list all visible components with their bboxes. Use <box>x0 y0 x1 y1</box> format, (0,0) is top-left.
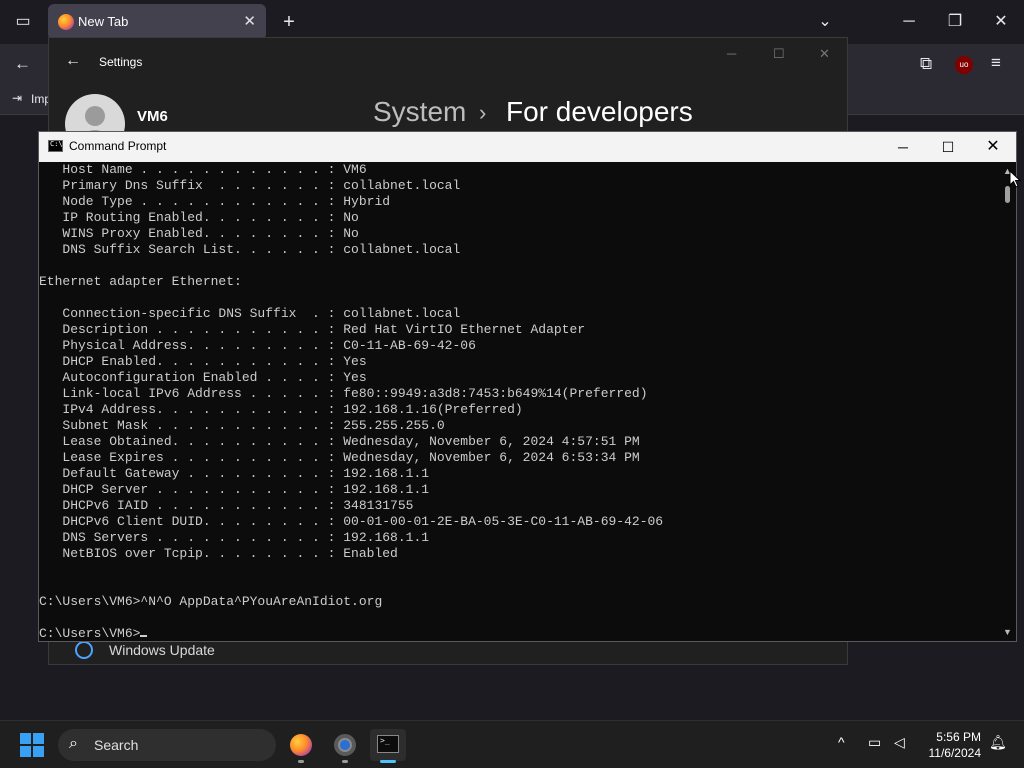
cmd-output-line <box>39 562 999 578</box>
cmd-title: Command Prompt <box>69 139 167 153</box>
cmd-output-line: IPv4 Address. . . . . . . . . . . : 192.… <box>39 402 523 417</box>
cmd-output-line: DHCPv6 IAID . . . . . . . . . . . : 3481… <box>39 498 414 513</box>
user-name: VM6 <box>137 108 168 125</box>
settings-close-button[interactable]: ✕ <box>819 46 830 62</box>
cmd-output-line <box>39 610 999 626</box>
breadcrumb-for-developers: For developers <box>506 96 693 127</box>
cmd-output-line: Lease Obtained. . . . . . . . . . : Wedn… <box>39 434 640 449</box>
text-cursor <box>140 635 148 637</box>
settings-title: Settings <box>99 55 143 69</box>
cmd-console-output[interactable]: Host Name . . . . . . . . . . . . : VM6 … <box>39 162 999 641</box>
cmd-maximize-button[interactable]: ☐ <box>925 132 971 162</box>
cmd-output-line <box>39 578 999 594</box>
firefox-favicon-icon <box>58 14 74 30</box>
scroll-thumb[interactable] <box>1005 186 1010 203</box>
browser-restore-button[interactable]: ❐ <box>932 0 978 44</box>
menu-icon[interactable]: ≡ <box>991 53 1001 73</box>
windows-update-icon <box>75 641 93 659</box>
back-icon[interactable]: ← <box>14 54 31 74</box>
cmd-output-line: WINS Proxy Enabled. . . . . . . . : No <box>39 226 359 241</box>
cmd-app-icon <box>48 140 63 152</box>
settings-minimize-button[interactable]: ─ <box>727 46 736 61</box>
cmd-output-line: IP Routing Enabled. . . . . . . . : No <box>39 210 359 225</box>
cmd-output-line: DHCP Enabled. . . . . . . . . . . : Yes <box>39 354 367 369</box>
cmd-close-button[interactable]: ✕ <box>970 132 1016 162</box>
taskbar-search[interactable]: ⌕ Search <box>58 729 276 761</box>
cmd-output-line: Lease Expires . . . . . . . . . . : Wedn… <box>39 450 640 465</box>
show-hidden-icons-chevron-up-icon[interactable]: ^ <box>838 734 845 750</box>
cmd-output-line: Primary Dns Suffix . . . . . . . : colla… <box>39 178 461 193</box>
cmd-output-line: Ethernet adapter Ethernet: <box>39 274 242 289</box>
cmd-output-line: DNS Servers . . . . . . . . . . . : 192.… <box>39 530 430 545</box>
start-button[interactable] <box>20 733 44 757</box>
cmd-output-line <box>39 258 999 274</box>
tab-list-icon[interactable]: ▭ <box>0 0 46 44</box>
cmd-taskbar-icon: >_ <box>377 735 399 753</box>
search-label: Search <box>94 737 139 753</box>
scroll-down-arrow-icon[interactable]: ▼ <box>1003 627 1012 637</box>
taskbar-firefox[interactable] <box>283 729 319 763</box>
breadcrumb-separator-icon: › <box>479 100 487 125</box>
cmd-output-line: Physical Address. . . . . . . . . : C0-1… <box>39 338 476 353</box>
taskbar-command-prompt[interactable]: >_ <box>370 729 406 763</box>
import-bookmarks-icon[interactable]: ⇥ <box>12 91 22 105</box>
breadcrumb-system[interactable]: System <box>373 96 466 128</box>
settings-maximize-button[interactable]: ☐ <box>773 46 785 62</box>
network-icon[interactable]: ▭ <box>868 734 881 751</box>
cmd-output-line: Description . . . . . . . . . . . : Red … <box>39 322 586 337</box>
cmd-title-bar[interactable]: Command Prompt ─ ☐ ✕ <box>39 132 1016 162</box>
volume-muted-icon[interactable]: ◁ <box>894 734 905 751</box>
cmd-prompt: C:\Users\VM6> <box>39 626 141 641</box>
tab-close-icon[interactable]: ✕ <box>243 12 256 30</box>
cmd-output-line: Autoconfiguration Enabled . . . . : Yes <box>39 370 367 385</box>
cmd-prompt-line[interactable]: C:\Users\VM6> <box>39 626 999 641</box>
cmd-output-line: DHCP Server . . . . . . . . . . . : 192.… <box>39 482 430 497</box>
cmd-output-line: DNS Suffix Search List. . . . . . : coll… <box>39 242 461 257</box>
cmd-output-line: Connection-specific DNS Suffix . : colla… <box>39 306 461 321</box>
settings-back-icon[interactable]: ← <box>65 52 81 70</box>
browser-minimize-button[interactable]: ─ <box>886 0 932 44</box>
clock-date: 11/6/2024 <box>928 746 982 760</box>
cmd-output-text: Host Name . . . . . . . . . . . . : VM6 … <box>39 162 999 626</box>
clock[interactable]: 5:56 PM 11/6/2024 <box>929 729 982 761</box>
search-icon: ⌕ <box>69 735 78 752</box>
command-prompt-window: Command Prompt ─ ☐ ✕ Host Name . . . . .… <box>38 131 1017 642</box>
notifications-bell-icon[interactable]: 🔔︎ <box>989 734 1007 751</box>
cmd-output-line: C:\Users\VM6>^N^O AppData^PYouAreAnIdiot… <box>39 594 383 609</box>
clock-time: 5:56 PM <box>936 730 981 744</box>
browser-close-button[interactable]: ✕ <box>978 0 1024 44</box>
firefox-icon <box>290 734 312 756</box>
cmd-output-line: DHCPv6 Client DUID. . . . . . . . : 00-0… <box>39 514 664 529</box>
cmd-output-line: Subnet Mask . . . . . . . . . . . : 255.… <box>39 418 445 433</box>
cmd-output-line <box>39 290 999 306</box>
nav-windows-update[interactable]: Windows Update <box>109 642 215 658</box>
cmd-output-line: Default Gateway . . . . . . . . . : 192.… <box>39 466 430 481</box>
cmd-minimize-button[interactable]: ─ <box>880 132 926 162</box>
extensions-icon[interactable]: ⧉ <box>920 54 932 74</box>
cmd-output-line: Link-local IPv6 Address . . . . . : fe80… <box>39 386 648 401</box>
cmd-output-line: NetBIOS over Tcpip. . . . . . . . : Enab… <box>39 546 398 561</box>
taskbar-settings[interactable] <box>327 729 363 763</box>
tab-new-tab[interactable]: New Tab ✕ <box>48 4 266 40</box>
ublock-extension-icon[interactable]: uo <box>955 56 973 74</box>
cmd-scrollbar[interactable]: ▲ ▼ <box>999 162 1016 641</box>
cmd-output-line: Node Type . . . . . . . . . . . . : Hybr… <box>39 194 391 209</box>
taskbar: ⌕ Search >_ ^ ▭ ◁ 5:56 PM 11/6/2024 🔔︎ <box>0 720 1024 768</box>
cmd-output-line: Host Name . . . . . . . . . . . . : VM6 <box>39 162 367 177</box>
tab-title: New Tab <box>78 14 129 29</box>
